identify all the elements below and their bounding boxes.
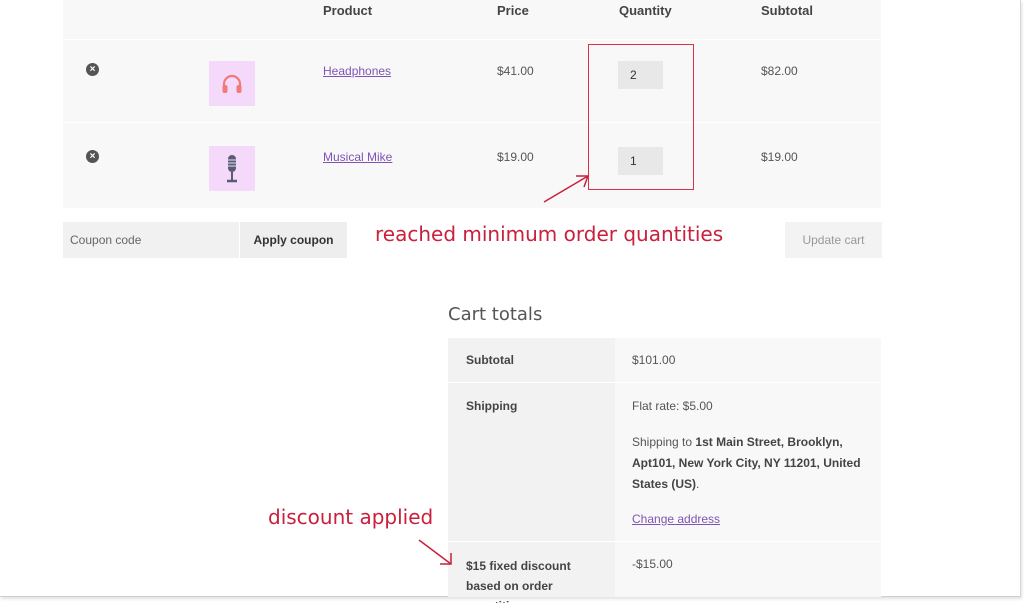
shipping-to-prefix: Shipping to [632, 435, 696, 449]
discount-label: $15 fixed discount based on order quanti… [466, 559, 571, 603]
page-frame: Product Price Quantity Subtotal × Headph… [0, 0, 1021, 603]
table-row: × Musical Mike $19.00 1 $19.00 [63, 122, 881, 208]
microphone-icon [227, 154, 237, 182]
discount-value: -$15.00 [632, 557, 673, 571]
product-link[interactable]: Musical Mike [323, 150, 392, 164]
remove-item-icon[interactable]: × [86, 150, 99, 163]
header-price: Price [497, 3, 529, 18]
subtotal-value-cell: $101.00 [615, 338, 881, 382]
shipping-label: Shipping [466, 399, 518, 413]
annotation-min-qty: reached minimum order quantities [375, 222, 724, 246]
arrow-icon [543, 175, 590, 203]
annotation-discount: discount applied [268, 505, 434, 529]
update-cart-button[interactable]: Update cart [785, 222, 882, 258]
line-subtotal: $82.00 [761, 64, 798, 78]
apply-coupon-button[interactable]: Apply coupon [240, 222, 347, 258]
shipping-destination: Shipping to 1st Main Street, Brooklyn, A… [632, 432, 862, 495]
cart-table-header: Product Price Quantity Subtotal [63, 0, 881, 39]
shipping-suffix: . [696, 477, 700, 491]
cart-totals-title: Cart totals [448, 304, 543, 325]
product-link[interactable]: Headphones [323, 64, 391, 78]
arrow-icon [418, 539, 452, 565]
subtotal-value: $101.00 [632, 353, 676, 367]
change-address-link[interactable]: Change address [632, 512, 720, 526]
discount-label-cell: $15 fixed discount based on order quanti… [448, 542, 615, 603]
discount-value-cell: -$15.00 [615, 542, 881, 597]
shipping-rate: Flat rate: $5.00 [632, 399, 713, 413]
product-thumbnail[interactable] [209, 146, 255, 191]
line-subtotal: $19.00 [761, 150, 798, 164]
remove-item-icon[interactable]: × [86, 63, 99, 76]
subtotal-label-cell: Subtotal [448, 338, 615, 382]
product-thumbnail[interactable] [209, 61, 255, 106]
header-product: Product [323, 3, 373, 18]
shipping-label-cell: Shipping [448, 383, 615, 541]
subtotal-label: Subtotal [466, 353, 514, 367]
header-subtotal: Subtotal [761, 3, 813, 18]
coupon-code-input[interactable]: Coupon code [63, 222, 239, 258]
header-quantity: Quantity [619, 3, 672, 18]
quantity-highlight-box [588, 44, 694, 190]
product-price: $19.00 [497, 150, 534, 164]
headphones-icon [222, 74, 242, 93]
product-price: $41.00 [497, 64, 534, 78]
table-row: × Headphones $41.00 2 $82.00 [63, 39, 881, 122]
